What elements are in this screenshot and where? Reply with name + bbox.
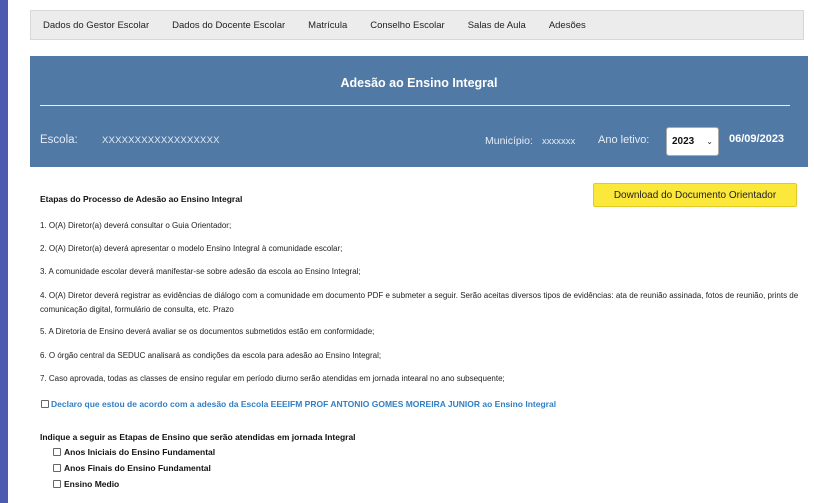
page-header: Adesão ao Ensino Integral Escola: XXXXXX… [30, 56, 808, 167]
current-date: 06/09/2023 [729, 133, 785, 145]
stage-option-anos-finais[interactable]: Anos Finais do Ensino Fundamental [53, 463, 211, 473]
header-divider [40, 105, 790, 106]
process-step-3: 3. A comunidade escolar deverá manifesta… [40, 267, 361, 276]
stage-checkbox[interactable] [53, 480, 61, 488]
process-step-2: 2. O(A) Diretor(a) deverá apresentar o m… [40, 244, 343, 253]
municipality-value: xxxxxxx [542, 136, 576, 147]
nav-item-adesoes[interactable]: Adesões [549, 20, 586, 31]
nav-item-matricula[interactable]: Matrícula [308, 20, 347, 31]
process-step-6: 6. O órgão central da SEDUC analisará as… [40, 351, 382, 360]
municipality-label: Município: [485, 135, 533, 147]
nav-item-gestor[interactable]: Dados do Gestor Escolar [43, 20, 149, 31]
left-accent-bar [0, 0, 8, 503]
adhesion-content: Etapas do Processo de Adesão ao Ensino I… [30, 167, 808, 503]
year-select[interactable]: 2023 ⌄ [666, 127, 719, 156]
agreement-checkbox-row[interactable]: Declaro que estou de acordo com a adesão… [41, 399, 556, 409]
download-guide-button[interactable]: Download do Documento Orientador [593, 183, 797, 207]
nav-item-conselho[interactable]: Conselho Escolar [370, 20, 444, 31]
agreement-label: Declaro que estou de acordo com a adesão… [51, 399, 557, 409]
nav-item-salas[interactable]: Salas de Aula [468, 20, 526, 31]
year-label: Ano letivo: [598, 134, 650, 146]
page-title: Adesão ao Ensino Integral [340, 76, 498, 90]
agreement-checkbox[interactable] [41, 400, 49, 408]
school-value: XXXXXXXXXXXXXXXXXX [102, 135, 220, 146]
stage-checkbox[interactable] [53, 464, 61, 472]
process-step-7: 7. Caso aprovada, todas as classes de en… [40, 374, 505, 383]
process-step-5: 5. A Diretoria de Ensino deverá avaliar … [40, 327, 375, 336]
stage-checkbox[interactable] [53, 448, 61, 456]
process-title: Etapas do Processo de Adesão ao Ensino I… [40, 194, 243, 204]
stage-label: Anos Finais do Ensino Fundamental [64, 463, 211, 473]
nav-item-docente[interactable]: Dados do Docente Escolar [172, 20, 285, 31]
process-step-4: 4. O(A) Diretor deverá registrar as evid… [40, 291, 799, 314]
chevron-down-icon: ⌄ [706, 137, 713, 146]
stage-option-ensino-medio[interactable]: Ensino Medio [53, 479, 119, 489]
top-navigation: Dados do Gestor Escolar Dados do Docente… [30, 10, 804, 40]
stage-label: Anos Iniciais do Ensino Fundamental [64, 447, 216, 457]
stage-label: Ensino Medio [64, 479, 120, 489]
school-label: Escola: [40, 134, 78, 146]
stages-title: Indique a seguir as Etapas de Ensino que… [40, 432, 356, 442]
stage-option-anos-iniciais[interactable]: Anos Iniciais do Ensino Fundamental [53, 447, 215, 457]
year-select-value: 2023 [672, 136, 695, 147]
process-step-1: 1. O(A) Diretor(a) deverá consultar o Gu… [40, 221, 232, 230]
